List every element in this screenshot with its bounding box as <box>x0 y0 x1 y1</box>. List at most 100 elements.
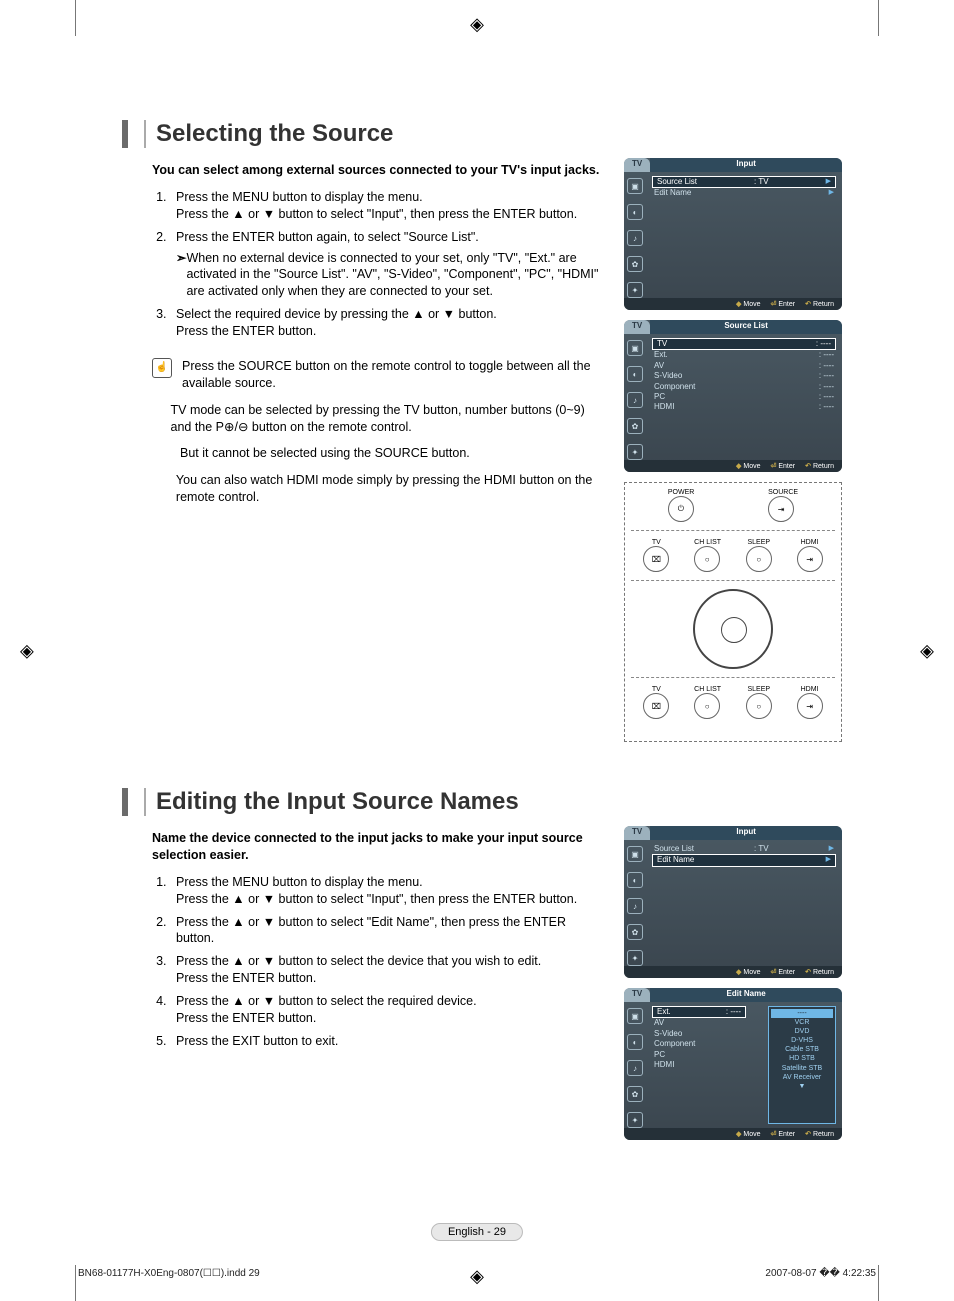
osd-row: PC <box>652 1050 746 1060</box>
osd-hint-enter: Enter <box>778 969 795 976</box>
osd-dropdown-item: HD STB <box>771 1054 833 1063</box>
section-title: Selecting the Source <box>156 120 393 148</box>
osd-dropdown-more-icon: ▼ <box>771 1082 833 1091</box>
osd-category-icons: ▣◐♪✿✦ <box>624 334 646 460</box>
osd-hint-enter: Enter <box>778 301 795 308</box>
osd-row-label: AV <box>654 1018 664 1028</box>
osd-title: Input <box>650 158 842 172</box>
remote-tip-text: Press the SOURCE button on the remote co… <box>182 358 606 392</box>
osd-dropdown-item: ---- <box>771 1009 833 1018</box>
osd-dropdown-item: Cable STB <box>771 1045 833 1054</box>
step-item: Press the ▲ or ▼ button to select the de… <box>170 953 606 987</box>
remote-label-power: POWER <box>668 489 694 496</box>
osd-row-selected: Edit Name ▶ <box>652 854 836 866</box>
osd-row-value: : ---- <box>819 392 834 402</box>
osd-dropdown-item: D-VHS <box>771 1036 833 1045</box>
osd-footer: ◆Move⏎Enter↶Return <box>624 966 842 978</box>
osd-row-label: Ext. <box>654 350 668 360</box>
power-button-icon: ⏻ <box>668 496 694 522</box>
step-text: Press the MENU button to display the men… <box>176 190 423 204</box>
hdmi-button-icon: ⇥ <box>797 693 823 719</box>
step-text: Press the ▲ or ▼ button to select "Input… <box>176 892 577 906</box>
step-item: Press the ▲ or ▼ button to select the re… <box>170 993 606 1027</box>
osd-row-label: Ext. <box>657 1007 671 1017</box>
section-intro: You can select among external sources co… <box>152 162 606 179</box>
step-text: Press the ▲ or ▼ button to select "Edit … <box>176 915 566 946</box>
osd-row-selected: TV: ---- <box>652 338 836 350</box>
osd-input-panel: TV Input ▣◐♪✿✦ Source List: TV▶ Edit Nam… <box>624 158 842 310</box>
osd-footer: ◆Move⏎Enter↶Return <box>624 298 842 310</box>
osd-title: Edit Name <box>650 988 842 1002</box>
osd-hint-enter: Enter <box>778 1131 795 1138</box>
osd-row-value: : ---- <box>819 402 834 412</box>
arrow-right-icon: ▶ <box>826 855 831 865</box>
osd-row: HDMI : ---- <box>652 402 836 412</box>
osd-tab: TV <box>624 158 650 172</box>
remote-label-sleep: SLEEP <box>746 539 772 546</box>
osd-row-label: S-Video <box>654 371 682 381</box>
source-button-icon: ⇥ <box>768 496 794 522</box>
crop-mark <box>878 1265 879 1301</box>
section-accent-bar <box>122 120 146 148</box>
step-text: Press the ENTER button. <box>176 1011 316 1025</box>
osd-footer: ◆Move⏎Enter↶Return <box>624 460 842 472</box>
steps-list: Press the MENU button to display the men… <box>152 874 606 1050</box>
osd-row: Component: ---- <box>652 382 836 392</box>
section-intro: Name the device connected to the input j… <box>152 830 606 864</box>
step-text: Press the ENTER button again, to select … <box>176 230 479 244</box>
osd-row-label: Source List <box>657 177 697 187</box>
osd-title: Input <box>650 826 842 840</box>
registration-mark-top: ◈ <box>470 14 484 35</box>
osd-row-label: Component <box>654 382 695 392</box>
osd-row-value: : ---- <box>816 339 831 349</box>
print-timestamp: 2007-08-07 �� 4:22:35 <box>765 1268 876 1279</box>
osd-input-panel-editname: TV Input ▣◐♪✿✦ Source List: TV▶ Edit Nam… <box>624 826 842 978</box>
osd-row-value: : ---- <box>819 371 834 381</box>
step-note: When no external device is connected to … <box>186 250 606 301</box>
remote-tip-text: TV mode can be selected by pressing the … <box>171 402 607 436</box>
note-arrow-icon: ➣ <box>176 250 186 301</box>
osd-row: AV <box>652 1018 746 1028</box>
osd-row-selected: Ext.: ---- <box>652 1006 746 1018</box>
remote-tip-text: You can also watch HDMI mode simply by p… <box>176 472 606 506</box>
osd-dropdown-item: DVD <box>771 1027 833 1036</box>
osd-row-label: PC <box>654 1050 665 1060</box>
step-text: Press the EXIT button to exit. <box>176 1034 338 1048</box>
remote-tip-icon: ☝ <box>152 358 172 378</box>
osd-edit-name-panel: TV Edit Name ▣◐♪✿✦ Ext.: ---- AV S-Video… <box>624 988 842 1140</box>
osd-row: S-Video <box>652 1029 746 1039</box>
step-item: Press the MENU button to display the men… <box>170 189 606 223</box>
step-text: Press the ▲ or ▼ button to select "Input… <box>176 207 577 221</box>
osd-title: Source List <box>650 320 842 334</box>
osd-hint-move: Move <box>743 1131 760 1138</box>
section-title: Editing the Input Source Names <box>156 788 519 816</box>
osd-row-label: AV <box>654 361 664 371</box>
step-text: Press the ▲ or ▼ button to select the de… <box>176 954 541 968</box>
step-text: Select the required device by pressing t… <box>176 307 497 321</box>
remote-label-source: SOURCE <box>768 489 798 496</box>
osd-category-icons: ▣◐♪✿✦ <box>624 172 646 298</box>
print-file-name: BN68-01177H-X0Eng-0807(☐☐).indd 29 <box>78 1268 260 1279</box>
remote-label-tv: TV <box>643 539 669 546</box>
osd-row-label: Edit Name <box>654 188 691 198</box>
crop-mark <box>75 0 76 36</box>
osd-source-list-panel: TV Source List ▣◐♪✿✦ TV: ---- Ext.: ----… <box>624 320 842 472</box>
step-item: Press the ENTER button again, to select … <box>170 229 606 301</box>
osd-row-label: Edit Name <box>657 855 694 865</box>
osd-hint-move: Move <box>743 463 760 470</box>
osd-dropdown: ---- VCR DVD D-VHS Cable STB HD STB Sate… <box>768 1006 836 1124</box>
osd-hint-return: Return <box>813 969 834 976</box>
sleep-button-icon: ○ <box>746 693 772 719</box>
step-text: Press the MENU button to display the men… <box>176 875 423 889</box>
remote-label-chlist: CH LIST <box>694 539 721 546</box>
osd-row-label: HDMI <box>654 402 674 412</box>
osd-hint-return: Return <box>813 1131 834 1138</box>
osd-hint-return: Return <box>813 301 834 308</box>
registration-mark-left: ◈ <box>20 640 34 661</box>
osd-row: PC: ---- <box>652 392 836 402</box>
osd-row-label: HDMI <box>654 1060 674 1070</box>
osd-row: Edit Name▶ <box>652 188 836 198</box>
remote-label-chlist: CH LIST <box>694 686 721 693</box>
osd-dropdown-item: Satellite STB <box>771 1064 833 1073</box>
remote-tip-text: But it cannot be selected using the SOUR… <box>180 445 470 462</box>
